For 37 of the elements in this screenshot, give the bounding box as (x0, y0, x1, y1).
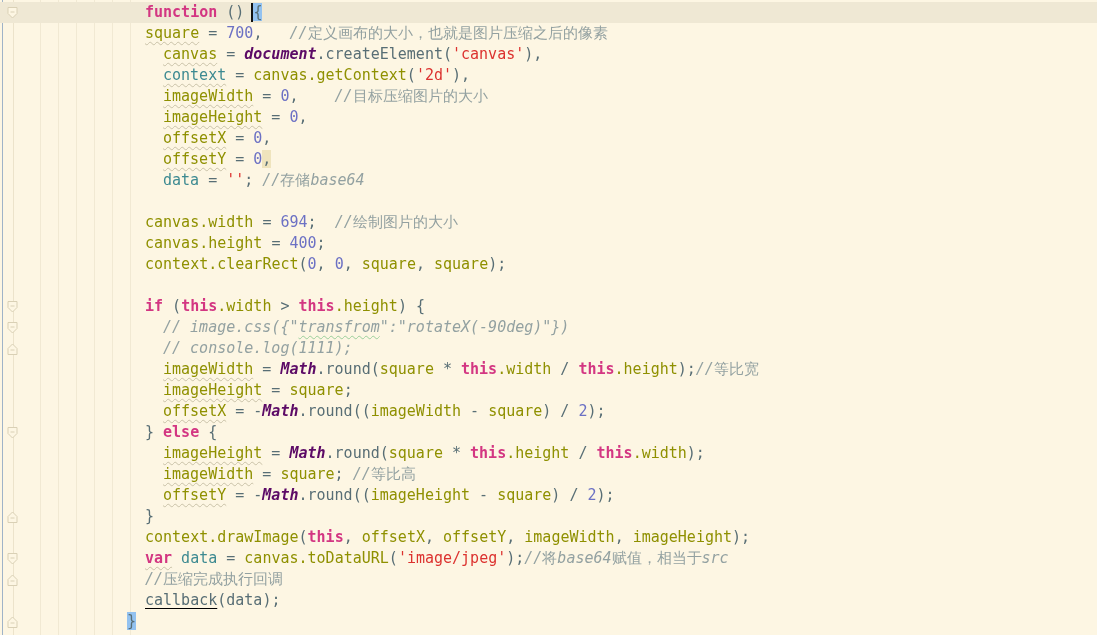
code-line: offsetX = -Math.round((imageWidth - square) / 2); (163, 401, 606, 422)
code-line: offsetX = 0, (163, 128, 272, 149)
code-line: canvas = document.createElement('canvas'), (163, 44, 543, 65)
code-line: context = canvas.getContext('2d'), (163, 65, 471, 86)
code-line: if (this.width > this.height) { (145, 296, 425, 317)
text-cursor (251, 3, 254, 22)
code-line: imageHeight = square; (163, 380, 353, 401)
fold-marker-icon[interactable] (6, 426, 19, 440)
code-line: canvas.height = 400; (145, 233, 326, 254)
code-line: imageWidth = 0, //目标压缩图片的大小 (163, 86, 488, 107)
code-line: // console.log(1111); (163, 338, 353, 359)
code-line: } else { (145, 422, 218, 443)
code-line: //压缩完成执行回调 (145, 569, 284, 590)
fold-marker-icon[interactable] (6, 552, 19, 566)
code-line: var data = canvas.toDataURL('image/jpeg');//将base64赋值，相当于src (145, 548, 729, 569)
code-line: canvas.width = 694; //绘制图片的大小 (145, 212, 458, 233)
fold-marker-icon[interactable] (6, 573, 19, 587)
code-line: imageHeight = 0, (163, 107, 308, 128)
code-line: data = ''; //存储base64 (163, 170, 365, 191)
fold-marker-icon[interactable] (6, 321, 19, 335)
code-line: offsetY = -Math.round((imageHeight - square) / 2); (163, 485, 615, 506)
fold-marker-icon[interactable] (6, 615, 19, 629)
code-line: function () { (145, 2, 263, 23)
code-line: imageWidth = square; //等比高 (163, 464, 416, 485)
fold-marker-icon[interactable] (6, 300, 19, 314)
code-line: square = 700, //定义画布的大小，也就是图片压缩之后的像素 (145, 23, 608, 44)
code-line: // image.css({"transfrom":"rotateX(-90deg)"}) (163, 317, 570, 338)
code-line: imageWidth = Math.round(square * this.width / this.height);//等比宽 (163, 359, 759, 380)
code-line: imageHeight = Math.round(square * this.height / this.width); (163, 443, 705, 464)
fold-marker-icon[interactable] (6, 6, 19, 20)
fold-marker-icon[interactable] (6, 510, 19, 524)
fold-marker-icon[interactable] (6, 342, 19, 356)
code-line: context.clearRect(0, 0, square, square); (145, 254, 507, 275)
code-line: context.drawImage(this, offsetX, offsetY, imageWidth, imageHeight); (145, 527, 751, 548)
code-line: offsetY = 0, (163, 149, 272, 170)
code-line: callback(data); (145, 590, 281, 611)
code-line: } (145, 506, 155, 527)
